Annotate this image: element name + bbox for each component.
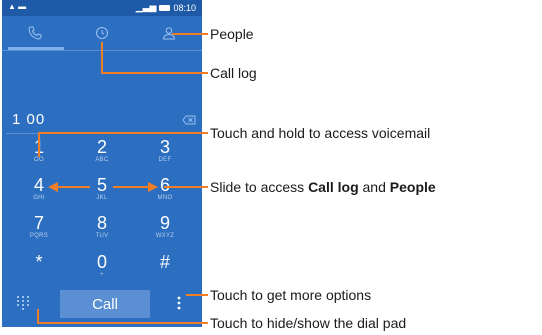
key-letters: GHI (33, 195, 45, 201)
annotation-call-log: Call log (210, 65, 257, 81)
more-options-icon[interactable] (176, 295, 182, 311)
number-divider (6, 133, 198, 134)
annotation-dial-pad: Touch to hide/show the dial pad (210, 315, 407, 331)
key-0[interactable]: 0 + (69, 252, 135, 282)
key-digit: 2 (96, 137, 107, 157)
key-digit: 6 (159, 175, 170, 195)
tab-bar (2, 16, 202, 51)
key-2[interactable]: 2 ABC (69, 137, 135, 167)
key-digit: * (35, 252, 43, 272)
phone-screen: ▲ ▬ ▁▃▅ 08:10 1 00 1 OO 2 ABC 3 DEF 4 GH… (2, 0, 202, 327)
key-digit: # (159, 252, 170, 272)
annotation-slide-prefix: Slide to access (210, 179, 305, 195)
annotation-people: People (210, 26, 254, 42)
key-4[interactable]: 4 GHI (6, 175, 72, 205)
dialpad-toggle-icon[interactable] (16, 295, 30, 311)
bottom-action-bar: Call (2, 285, 202, 327)
battery-icon (159, 4, 171, 11)
annotation-slide: Slide to access Call log and People (210, 179, 436, 195)
person-icon (162, 27, 176, 40)
key-letters: MNO (157, 195, 173, 201)
key-letters: PQRS (29, 233, 49, 239)
key-digit: 1 (33, 137, 44, 157)
annotation-voicemail: Touch and hold to access voicemail (210, 125, 431, 141)
annotation-slide-people: People (389, 179, 436, 195)
phone-icon (28, 26, 42, 40)
key-letters: JKL (96, 195, 108, 201)
status-time: 08:10 (173, 2, 196, 13)
key-digit: 4 (33, 175, 44, 195)
key-digit: 3 (159, 137, 170, 157)
key-digit: 5 (96, 175, 107, 195)
annotation-slide-and: and (362, 179, 386, 195)
voicemail-icon: OO (34, 157, 44, 163)
key-letters: WXYZ (155, 233, 175, 239)
backspace-icon[interactable] (182, 115, 196, 125)
key-8[interactable]: 8 TUV (69, 213, 135, 243)
key-letters: + (100, 272, 104, 278)
number-display: 1 00 (2, 110, 202, 132)
annotation-slide-call-log: Call log (308, 179, 359, 195)
key-digit: 7 (33, 213, 44, 233)
key-digit: 8 (96, 213, 107, 233)
key-9[interactable]: 9 WXYZ (132, 213, 198, 243)
annotation-more-options: Touch to get more options (210, 287, 372, 303)
dialed-number: 1 00 (12, 111, 46, 128)
tab-call-log[interactable] (69, 16, 135, 50)
key-star[interactable]: * (6, 252, 72, 282)
signal-icon: ▁▃▅ (135, 2, 157, 12)
tab-dialer[interactable] (2, 16, 68, 50)
status-bar: ▲ ▬ ▁▃▅ 08:10 (2, 0, 202, 16)
clock-icon (96, 27, 108, 39)
key-letters: DEF (158, 157, 172, 163)
key-digit: 9 (159, 213, 170, 233)
key-1[interactable]: 1 OO (6, 137, 72, 167)
key-3[interactable]: 3 DEF (132, 137, 198, 167)
key-6[interactable]: 6 MNO (132, 175, 198, 205)
key-digit: 0 (96, 252, 107, 272)
key-hash[interactable]: # (132, 252, 198, 282)
warning-icon: ▲ ▬ (8, 2, 27, 11)
call-button[interactable]: Call (60, 290, 150, 318)
key-letters: ABC (95, 157, 109, 163)
key-letters: TUV (95, 233, 109, 239)
tab-people[interactable] (136, 16, 202, 50)
key-5[interactable]: 5 JKL (69, 175, 135, 205)
active-tab-indicator (8, 47, 64, 50)
key-7[interactable]: 7 PQRS (6, 213, 72, 243)
